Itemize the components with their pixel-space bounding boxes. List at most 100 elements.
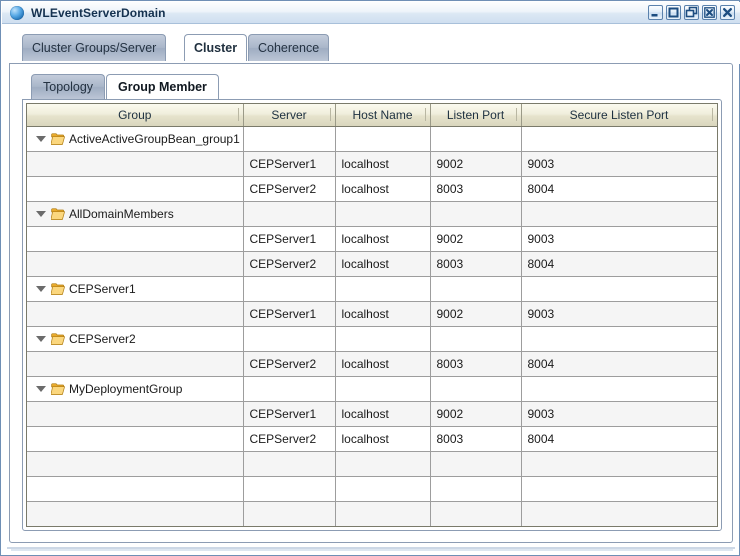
- expand-collapse-triangle-down-icon[interactable]: [36, 335, 46, 342]
- column-resize-handle[interactable]: [424, 108, 426, 121]
- column-resize-handle[interactable]: [711, 108, 713, 121]
- cell-host-name: localhost: [335, 151, 431, 177]
- expand-collapse-triangle-down-icon[interactable]: [36, 385, 46, 392]
- group-tree-node[interactable]: CEPServer1: [33, 281, 242, 296]
- cell-stub: [717, 126, 718, 151]
- cell-server: CEPServer2: [243, 426, 336, 452]
- table-row[interactable]: CEPServer2 localhost 8003 8004: [27, 426, 717, 452]
- tab-cluster[interactable]: Cluster: [184, 34, 248, 61]
- cell-secure-listen-port: [521, 326, 717, 352]
- folder-icon: [51, 132, 65, 145]
- cell-group: [27, 251, 244, 277]
- expand-collapse-triangle-down-icon[interactable]: [36, 210, 46, 217]
- cell-listen-port: 9002: [430, 301, 522, 327]
- tab-cluster-groups-server[interactable]: Cluster Groups/Server: [22, 34, 167, 61]
- cell-server: CEPServer2: [243, 351, 336, 377]
- cell-secure-listen-port: [521, 476, 717, 502]
- group-tree-node[interactable]: AllDomainMembers: [33, 207, 242, 221]
- table-row[interactable]: CEPServer1 localhost 9002 9003: [27, 226, 717, 252]
- cell-secure-listen-port: 8004: [521, 176, 717, 202]
- cell-secure-listen-port: 8004: [521, 351, 717, 377]
- restore-button[interactable]: [684, 5, 699, 20]
- maximize-button[interactable]: [666, 5, 681, 20]
- column-resize-handle[interactable]: [329, 108, 331, 121]
- table-group-row[interactable]: MyDeploymentGroup: [27, 376, 717, 402]
- group-name-label: CEPServer2: [69, 331, 136, 346]
- cell-host-name: localhost: [335, 226, 431, 252]
- column-resize-handle[interactable]: [237, 108, 239, 121]
- table-group-row[interactable]: CEPServer1: [27, 276, 717, 302]
- cell-text: CEPServer2: [249, 356, 317, 371]
- cell-text: localhost: [341, 356, 389, 371]
- cell-text: CEPServer2: [249, 431, 317, 446]
- window-title: WLEventServerDomain: [31, 5, 166, 20]
- column-header-server[interactable]: Server: [243, 104, 336, 127]
- table-row[interactable]: CEPServer1 localhost 9002 9003: [27, 401, 717, 427]
- cell-group: MyDeploymentGroup: [27, 376, 244, 402]
- cell-text: 8003: [436, 256, 464, 271]
- table-empty-row[interactable]: [27, 476, 717, 502]
- column-header-listen-port[interactable]: Listen Port: [430, 104, 522, 127]
- folder-icon-wrap: [51, 132, 65, 145]
- close-button[interactable]: [720, 5, 735, 20]
- column-header-host-name[interactable]: Host Name: [335, 104, 431, 127]
- column-header-secure-listen-port[interactable]: Secure Listen Port: [521, 104, 717, 127]
- table-row[interactable]: CEPServer2 localhost 8003 8004: [27, 176, 718, 202]
- group-tree-node[interactable]: CEPServer2: [33, 331, 242, 346]
- cell-server: CEPServer1: [243, 401, 336, 427]
- folder-icon: [51, 207, 65, 220]
- table-row[interactable]: CEPServer1 localhost 9002 9003: [27, 301, 717, 327]
- cell-host-name: [335, 376, 431, 402]
- group-tree-node[interactable]: MyDeploymentGroup: [33, 381, 242, 396]
- cell-text: localhost: [341, 231, 389, 246]
- table-empty-row[interactable]: [27, 501, 717, 526]
- cell-server: CEPServer2: [243, 251, 336, 277]
- cell-text: localhost: [341, 306, 389, 321]
- tab-label: Coherence: [258, 41, 320, 55]
- close-box-button[interactable]: [702, 5, 717, 20]
- cell-secure-listen-port: [521, 451, 717, 477]
- group-name-label: CEPServer1: [69, 281, 136, 296]
- table-empty-row[interactable]: [27, 451, 717, 477]
- group-name-label: MyDeploymentGroup: [69, 381, 183, 396]
- expand-collapse-triangle-down-icon[interactable]: [36, 135, 46, 142]
- cell-group: ActiveActiveGroupBean_group1: [27, 126, 244, 152]
- cell-group: CEPServer2: [27, 326, 244, 352]
- subtab-topology[interactable]: Topology: [31, 74, 106, 99]
- table-header: Group Server Host Name Listen Port Secure Li…: [27, 104, 717, 127]
- table-group-row[interactable]: CEPServer2: [27, 326, 717, 352]
- cell-secure-listen-port: 9003: [521, 301, 717, 327]
- cell-secure-listen-port: [521, 501, 717, 526]
- cell-host-name: [335, 201, 431, 227]
- table-row[interactable]: CEPServer2 localhost 8003 8004: [27, 251, 717, 277]
- cell-group: [27, 176, 244, 202]
- cell-host-name: [335, 276, 431, 302]
- tab-label: Cluster Groups/Server: [32, 41, 157, 55]
- table-row[interactable]: CEPServer1 localhost 9002 9003: [27, 151, 717, 177]
- cell-text: CEPServer2: [249, 181, 317, 196]
- column-header-group[interactable]: Group: [27, 104, 244, 127]
- table-group-row[interactable]: ActiveActiveGroupBean_group1: [27, 126, 718, 152]
- cell-server: [243, 476, 336, 502]
- subtab-group-member[interactable]: Group Member: [106, 74, 219, 99]
- group-tree-node[interactable]: ActiveActiveGroupBean_group1: [33, 132, 242, 146]
- cell-server: CEPServer1: [243, 151, 336, 177]
- cell-host-name: localhost: [335, 301, 431, 327]
- cell-text: localhost: [341, 256, 389, 271]
- cell-listen-port: 8003: [430, 251, 522, 277]
- tab-coherence[interactable]: Coherence: [248, 34, 330, 61]
- expand-collapse-triangle-down-icon[interactable]: [36, 285, 46, 292]
- cell-text: 8004: [527, 181, 555, 196]
- column-header-label: Server: [271, 107, 307, 122]
- cell-listen-port: 9002: [430, 226, 522, 252]
- table-group-row[interactable]: AllDomainMembers: [27, 201, 717, 227]
- cell-stub: [717, 176, 718, 201]
- cell-group: [27, 476, 244, 502]
- group-member-panel: Group Server Host Name Listen Port Secure Li…: [22, 99, 722, 531]
- cell-server: CEPServer1: [243, 301, 336, 327]
- cell-secure-listen-port: [521, 276, 717, 302]
- table-row[interactable]: CEPServer2 localhost 8003 8004: [27, 351, 717, 377]
- column-resize-handle[interactable]: [515, 108, 517, 121]
- minimize-button[interactable]: [648, 5, 663, 20]
- folder-icon: [51, 332, 65, 345]
